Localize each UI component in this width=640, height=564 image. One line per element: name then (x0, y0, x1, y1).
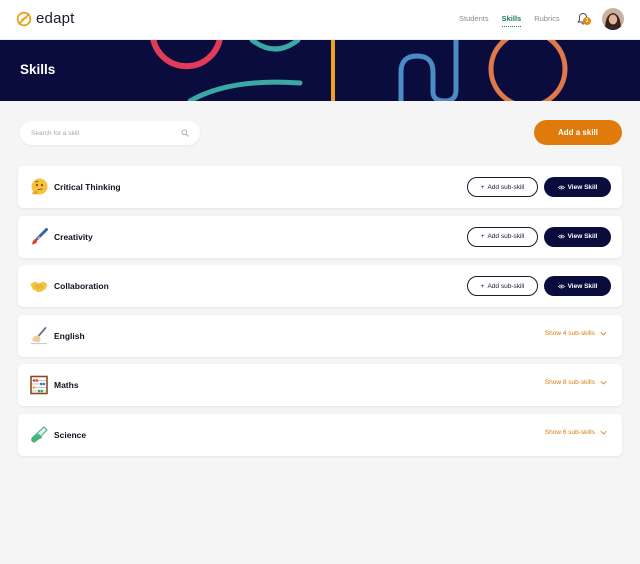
chevron-down-icon (600, 331, 607, 335)
abacus-icon (30, 375, 48, 395)
eye-icon (557, 185, 565, 189)
skill-card-creativity[interactable]: Creativity + Add sub-skill View Skill (18, 215, 622, 258)
add-sub-skill-button[interactable]: + Add sub-skill (467, 226, 538, 247)
add-sub-skill-label: Add sub-skill (487, 233, 525, 240)
add-sub-skill-button[interactable]: + Add sub-skill (467, 177, 538, 197)
skill-card-maths[interactable]: Maths Show 8 sub-skills (18, 364, 622, 406)
plus-icon: + (480, 282, 485, 290)
brand-name: edapt (36, 10, 75, 27)
add-sub-skill-label: Add sub-skill (487, 183, 525, 191)
show-sub-skills-toggle[interactable]: Show 4 sub-skills (545, 330, 607, 337)
skills-hero-banner: Skills (0, 40, 640, 101)
plus-icon: + (480, 183, 485, 191)
edapt-logo-icon (16, 11, 32, 26)
show-sub-skills-toggle[interactable]: Show 6 sub-skills (545, 429, 607, 436)
paintbrush-icon (32, 227, 48, 244)
chevron-down-icon (600, 380, 607, 385)
skill-card-critical-thinking[interactable]: Critical Thinking + Add sub-skill View S… (18, 166, 622, 208)
skill-name: English (54, 330, 85, 341)
main-nav: Students Skills Rubrics (459, 14, 560, 27)
skill-card-collaboration[interactable]: Collaboration + Add sub-skill View Skill (18, 265, 622, 307)
add-skill-button[interactable]: Add a skill (534, 120, 622, 145)
view-skill-label: View Skill (567, 282, 598, 290)
thinking-face-icon (31, 178, 48, 195)
writing-hand-icon (31, 326, 47, 344)
plus-icon: + (480, 233, 485, 240)
skill-card-science[interactable]: Science Show 6 sub-skills (18, 413, 622, 456)
skill-list: Critical Thinking + Add sub-skill View S… (18, 166, 622, 463)
top-navigation: edapt Students Skills Rubrics 1 (0, 0, 640, 40)
show-sub-skills-label: Show 6 sub-skills (544, 428, 595, 436)
search-input[interactable] (31, 129, 177, 137)
show-sub-skills-label: Show 4 sub-skills (544, 329, 595, 337)
chevron-down-icon (600, 430, 607, 434)
show-sub-skills-toggle[interactable]: Show 8 sub-skills (545, 379, 607, 386)
add-sub-skill-label: Add sub-skill (487, 282, 525, 290)
skill-name: Science (54, 429, 87, 440)
handshake-icon (30, 281, 48, 292)
nav-link-students[interactable]: Students (459, 14, 489, 23)
page-title: Skills (20, 62, 56, 77)
notification-badge: 1 (583, 17, 591, 25)
search-icon[interactable] (181, 129, 189, 137)
view-skill-button[interactable]: View Skill (544, 276, 611, 296)
view-skill-button[interactable]: View Skill (544, 226, 611, 247)
show-sub-skills-label: Show 8 sub-skills (544, 379, 595, 386)
skill-name: Critical Thinking (54, 182, 121, 192)
skill-search[interactable] (20, 121, 200, 145)
view-skill-label: View Skill (567, 183, 598, 191)
nav-link-rubrics[interactable]: Rubrics (534, 14, 559, 23)
avatar-image (602, 8, 624, 30)
nav-link-skills[interactable]: Skills (501, 14, 521, 27)
add-sub-skill-button[interactable]: + Add sub-skill (467, 276, 538, 296)
test-tube-icon (31, 425, 48, 442)
user-avatar[interactable] (602, 8, 624, 30)
edapt-logo[interactable]: edapt (16, 10, 75, 27)
decorative-shapes (150, 40, 568, 101)
skill-card-english[interactable]: English Show 4 sub-skills (18, 314, 622, 357)
eye-icon (557, 234, 565, 239)
view-skill-label: View Skill (567, 233, 598, 240)
skill-name: Maths (54, 380, 79, 390)
skill-name: Creativity (54, 231, 93, 242)
view-skill-button[interactable]: View Skill (544, 177, 611, 197)
skill-name: Collaboration (54, 281, 109, 291)
eye-icon (557, 284, 565, 288)
